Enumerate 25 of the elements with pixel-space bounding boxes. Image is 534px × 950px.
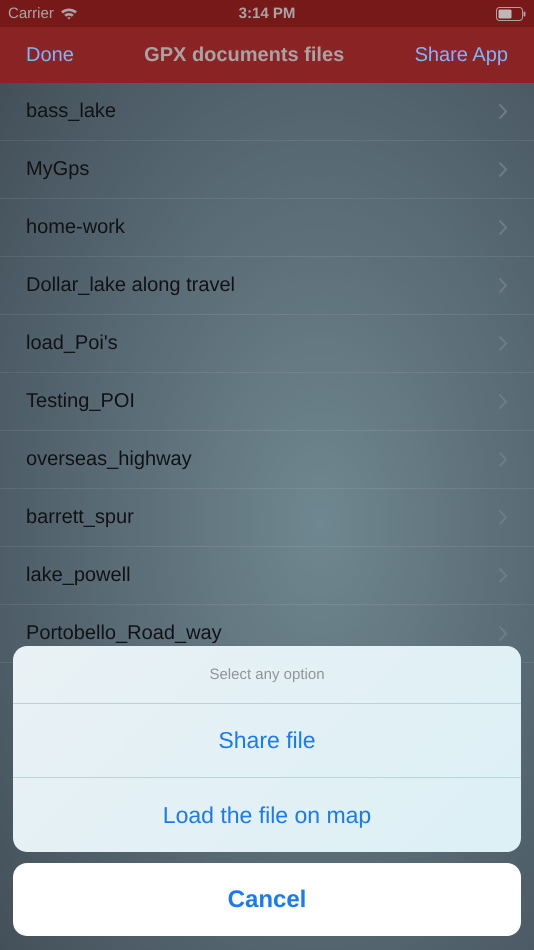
wifi-icon bbox=[60, 7, 78, 20]
clock-time: 3:14 PM bbox=[238, 5, 296, 22]
share-app-button[interactable]: Share App bbox=[414, 44, 508, 66]
chevron-right-icon bbox=[498, 219, 508, 236]
file-name[interactable]: bass_lake bbox=[26, 100, 116, 123]
file-name[interactable]: MyGps bbox=[26, 158, 90, 181]
file-name[interactable]: lake_powell bbox=[26, 564, 131, 587]
chevron-right-icon bbox=[498, 103, 508, 120]
file-name[interactable]: Portobello_Road_way bbox=[26, 622, 222, 645]
chevron-right-icon bbox=[498, 277, 508, 294]
file-name[interactable]: Dollar_lake along travel bbox=[26, 274, 236, 297]
screen-title: GPX documents files bbox=[144, 44, 344, 66]
battery-icon bbox=[496, 6, 526, 20]
file-name[interactable]: home-work bbox=[26, 216, 125, 239]
file-name[interactable]: barrett_spur bbox=[26, 506, 134, 529]
file-name[interactable]: load_Poi's bbox=[26, 332, 118, 355]
cancel-button[interactable]: Cancel bbox=[13, 863, 521, 936]
sheet-action[interactable]: Share file bbox=[13, 704, 521, 778]
sheet-title: Select any option bbox=[13, 646, 521, 704]
sheet-action[interactable]: Load the file on map bbox=[13, 778, 521, 852]
done-button[interactable]: Done bbox=[26, 44, 74, 66]
file-name[interactable]: Testing_POI bbox=[26, 390, 135, 413]
chevron-right-icon bbox=[498, 161, 508, 178]
file-name[interactable]: overseas_highway bbox=[26, 448, 192, 471]
carrier-label: Carrier bbox=[8, 5, 54, 22]
